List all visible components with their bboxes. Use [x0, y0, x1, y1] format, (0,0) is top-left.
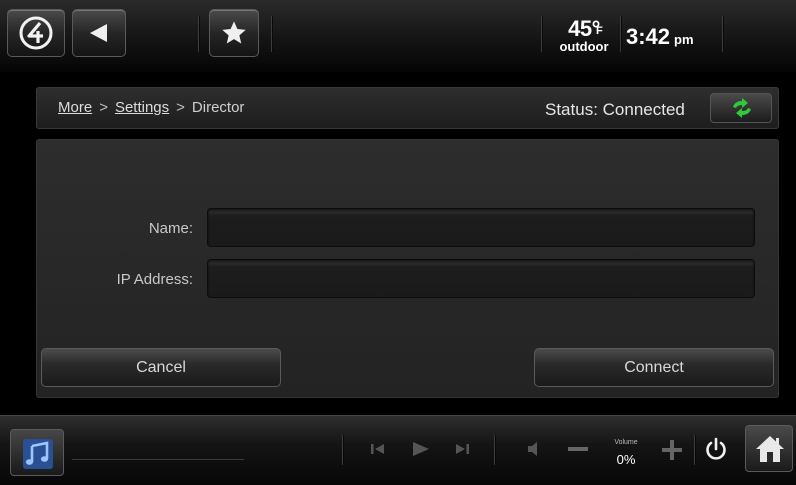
- status-text: Status: Connected: [545, 100, 685, 119]
- refresh-button[interactable]: [710, 93, 772, 123]
- back-button[interactable]: [72, 9, 126, 57]
- volume-display: Volume 0%: [608, 439, 644, 467]
- divider: [722, 16, 723, 52]
- breadcrumb-separator: >: [176, 99, 185, 116]
- outdoor-temperature[interactable]: 45° .F outdoor: [552, 16, 616, 54]
- breadcrumb: More > Settings > Director: [58, 99, 244, 116]
- refresh-arrows-icon: [733, 98, 751, 118]
- divider: [494, 435, 495, 465]
- divider: [620, 16, 621, 52]
- cancel-button[interactable]: Cancel: [41, 348, 281, 387]
- skip-previous-icon[interactable]: [368, 439, 388, 459]
- breadcrumb-bar: More > Settings > Director Status: Connected: [36, 87, 779, 129]
- divider: [541, 16, 542, 52]
- top-bar: 45° .F outdoor 3:42pm: [0, 0, 796, 72]
- back-arrow-icon: [90, 24, 107, 42]
- ip-address-label: IP Address:: [116, 271, 193, 288]
- power-icon[interactable]: [704, 436, 728, 462]
- home-button[interactable]: [745, 425, 793, 472]
- breadcrumb-separator: >: [99, 99, 108, 116]
- divider: [694, 435, 695, 465]
- breadcrumb-settings[interactable]: Settings: [115, 99, 169, 116]
- temperature-unit: F: [596, 25, 603, 37]
- director-settings-panel: Name: IP Address: Cancel Connect: [36, 139, 779, 398]
- star-icon: [222, 21, 246, 44]
- time-suffix: pm: [674, 32, 694, 47]
- volume-down-icon[interactable]: [566, 439, 590, 459]
- favorites-button[interactable]: [209, 9, 259, 57]
- volume-up-icon[interactable]: [660, 439, 684, 461]
- name-label: Name:: [148, 220, 193, 237]
- divider: [198, 16, 199, 52]
- volume-value: 0%: [616, 452, 636, 467]
- now-playing-track: [72, 459, 244, 460]
- time-value: 3:42: [626, 24, 671, 49]
- bottom-bar: Volume 0%: [0, 415, 796, 485]
- name-input[interactable]: [207, 208, 755, 247]
- ip-address-input[interactable]: [207, 259, 755, 298]
- skip-next-icon[interactable]: [452, 439, 472, 459]
- breadcrumb-more[interactable]: More: [58, 99, 92, 116]
- play-icon[interactable]: [410, 439, 432, 459]
- music-button[interactable]: [10, 429, 64, 476]
- home-icon: [756, 436, 784, 462]
- music-note-icon: [23, 439, 53, 469]
- temperature-label: outdoor: [559, 39, 609, 54]
- divider: [342, 435, 343, 465]
- control4-home-button[interactable]: [7, 9, 65, 57]
- control4-logo-icon: [19, 16, 53, 50]
- speaker-icon[interactable]: [524, 439, 544, 459]
- divider: [271, 16, 272, 52]
- volume-label: Volume: [614, 439, 638, 446]
- connect-button[interactable]: Connect: [534, 348, 774, 387]
- clock: 3:42 pm: [626, 24, 694, 50]
- breadcrumb-director: Director: [191, 99, 245, 116]
